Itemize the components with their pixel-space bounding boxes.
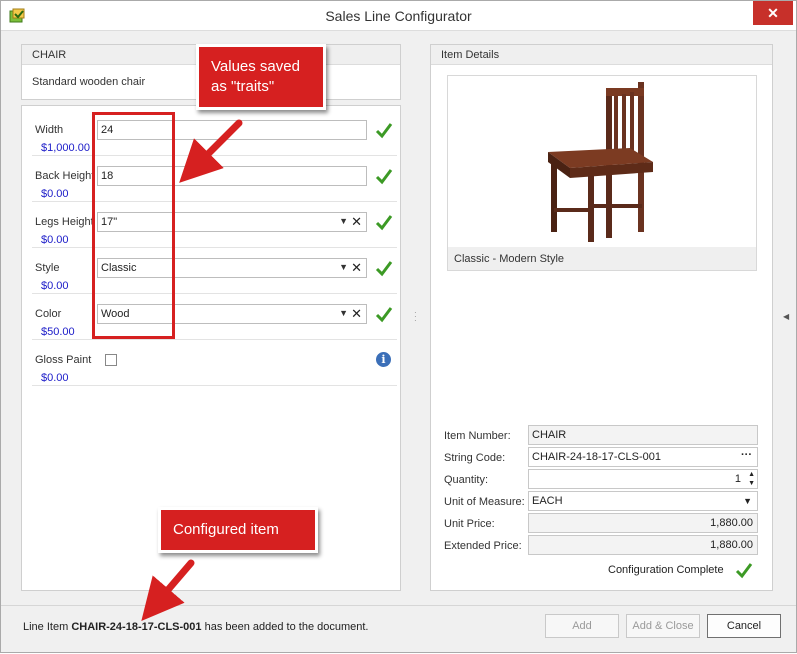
spin-buttons[interactable]: ▲ ▼ xyxy=(748,470,755,488)
dropdown-arrow-icon[interactable]: ▼ xyxy=(339,308,348,318)
option-row-legs-height: Legs Height $0.00 17" ▼ ✕ xyxy=(32,202,397,248)
option-row-back-height: Back Height $0.00 18 xyxy=(32,156,397,202)
ellipsis-icon[interactable]: ··· xyxy=(741,449,752,461)
collapse-arrow-icon[interactable]: ◀ xyxy=(783,312,789,321)
uom-label: Unit of Measure: xyxy=(444,496,525,508)
image-caption: Classic - Modern Style xyxy=(447,247,757,271)
item-number-label: Item Number: xyxy=(444,430,511,442)
option-price: $50.00 xyxy=(41,326,75,338)
clear-icon[interactable]: ✕ xyxy=(351,306,362,322)
cancel-button[interactable]: Cancel xyxy=(707,614,781,638)
option-label: Gloss Paint xyxy=(35,354,92,366)
item-details-panel: Item Details Classic - Modern Style Item… xyxy=(430,44,773,591)
title-bar: Sales Line Configurator ✕ xyxy=(1,1,796,31)
uom-select[interactable]: EACH ▼ xyxy=(528,491,758,511)
splitter-handle[interactable]: · · · xyxy=(414,309,417,325)
option-row-width: Width $1,000.00 24 xyxy=(32,110,397,156)
gloss-paint-checkbox[interactable] xyxy=(105,354,117,366)
unit-price-label: Unit Price: xyxy=(444,518,495,530)
configured-item-callout: Configured item xyxy=(158,507,318,553)
add-close-button[interactable]: Add & Close xyxy=(626,614,700,638)
configurator-window: Sales Line Configurator ✕ CHAIR Standard… xyxy=(0,0,797,653)
spin-down-icon[interactable]: ▼ xyxy=(748,480,755,487)
option-price: $0.00 xyxy=(41,372,69,384)
option-row-style: Style $0.00 Classic ▼ ✕ xyxy=(32,248,397,294)
option-label: Color xyxy=(35,308,62,320)
option-price: $0.00 xyxy=(41,188,69,200)
option-label: Width xyxy=(35,124,64,136)
option-row-color: Color $50.00 Wood ▼ ✕ xyxy=(32,294,397,340)
extended-price-label: Extended Price: xyxy=(444,540,522,552)
quantity-stepper[interactable]: 1 ▲ ▼ xyxy=(528,469,758,489)
add-button[interactable]: Add xyxy=(545,614,619,638)
item-image xyxy=(447,75,757,268)
check-icon xyxy=(375,215,393,231)
dropdown-arrow-icon[interactable]: ▼ xyxy=(743,496,752,506)
clear-icon[interactable]: ✕ xyxy=(351,214,362,230)
dropdown-arrow-icon[interactable]: ▼ xyxy=(339,262,348,272)
configuration-status: Configuration Complete xyxy=(608,564,724,576)
option-label: Legs Height xyxy=(35,216,94,228)
close-window-button[interactable]: ✕ xyxy=(753,1,793,25)
window-title: Sales Line Configurator xyxy=(325,8,472,24)
check-icon xyxy=(375,307,393,323)
option-price: $0.00 xyxy=(41,234,69,246)
check-icon xyxy=(375,123,393,139)
clear-icon[interactable]: ✕ xyxy=(351,260,362,276)
chair-image xyxy=(548,82,653,242)
option-label: Back Height xyxy=(35,170,95,182)
extended-price-field: 1,880.00 xyxy=(528,535,758,555)
check-icon xyxy=(735,563,753,579)
option-label: Style xyxy=(35,262,60,274)
traits-callout: Values saved as "traits" xyxy=(196,44,326,110)
string-code-field[interactable]: CHAIR-24-18-17-CLS-001 ··· xyxy=(528,447,758,467)
option-row-gloss-paint: Gloss Paint $0.00 i xyxy=(32,340,397,386)
dropdown-arrow-icon[interactable]: ▼ xyxy=(339,216,348,226)
status-message: Line Item CHAIR-24-18-17-CLS-001 has bee… xyxy=(23,621,369,633)
info-icon[interactable]: i xyxy=(376,352,391,367)
unit-price-field: 1,880.00 xyxy=(528,513,758,533)
item-details-header: Item Details xyxy=(431,45,772,65)
quantity-label: Quantity: xyxy=(444,474,489,486)
option-price: $1,000.00 xyxy=(41,142,90,154)
line-item-code: CHAIR-24-18-17-CLS-001 xyxy=(71,621,202,633)
item-number-field: CHAIR xyxy=(528,425,758,445)
check-icon xyxy=(375,261,393,277)
spin-up-icon[interactable]: ▲ xyxy=(748,471,755,478)
item-description: Standard wooden chair xyxy=(32,76,146,88)
traits-highlight-box xyxy=(92,112,175,339)
option-price: $0.00 xyxy=(41,280,69,292)
check-icon xyxy=(375,169,393,185)
footer-bar: Line Item CHAIR-24-18-17-CLS-001 has bee… xyxy=(1,605,796,652)
string-code-label: String Code: xyxy=(444,452,506,464)
